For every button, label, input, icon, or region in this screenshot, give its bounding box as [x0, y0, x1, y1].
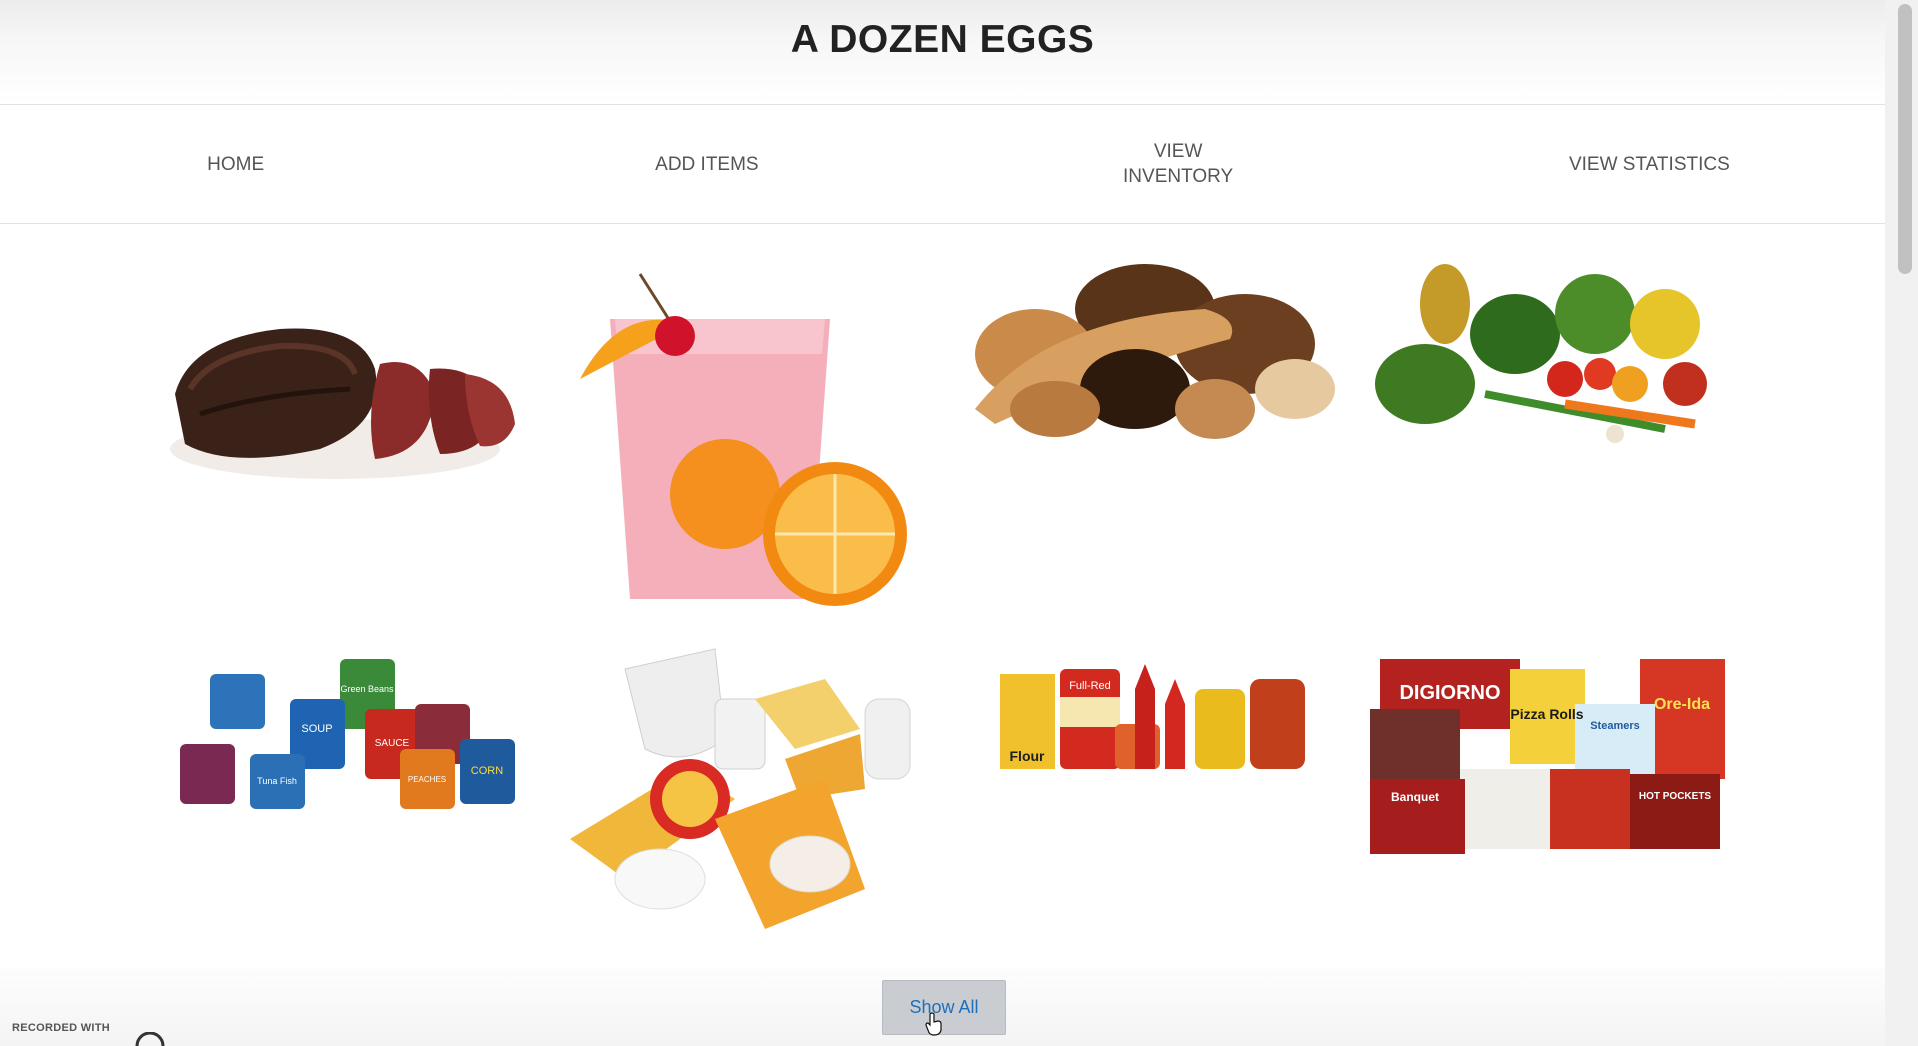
nav-view-statistics[interactable]: VIEW STATISTICS [1414, 152, 1885, 177]
can-label-peaches: PEACHES [408, 775, 446, 784]
flour-label: Flour [1010, 748, 1046, 764]
hand-cursor-icon [925, 1012, 942, 1036]
frozen-label-digiorno: DIGIORNO [1399, 682, 1500, 704]
can-label-green-beans: Green Beans [340, 684, 394, 694]
frozen-label-hot-pockets: HOT POCKETS [1639, 791, 1712, 802]
nav-view-inventory-line2: INVENTORY [1123, 166, 1234, 187]
category-condiments[interactable]: Flour Full-Red [995, 649, 1365, 789]
site-title: A DOZEN EGGS [790, 18, 1095, 61]
nav-view-inventory-line1: VIEW [1153, 141, 1203, 162]
category-bakery[interactable] [965, 249, 1335, 449]
can-label-tuna: Tuna Fish [257, 776, 297, 786]
condiments-icon: Flour Full-Red [1000, 664, 1305, 769]
category-grid: Green Beans SOUP SAUCE CORN PEACHES Tuna… [0, 224, 1885, 984]
produce-icon [1375, 264, 1707, 443]
show-all-button[interactable]: Show All [882, 980, 1006, 1035]
meat-icon [170, 328, 515, 479]
frozen-label-pizza-rolls: Pizza Rolls [1510, 706, 1583, 722]
recorder-logo-icon [135, 1032, 165, 1046]
category-canned-goods[interactable]: Green Beans SOUP SAUCE CORN PEACHES Tuna… [170, 654, 540, 824]
fullred-label: Full-Red [1069, 680, 1111, 692]
beverage-icon [580, 273, 907, 606]
main-nav: HOME ADD ITEMS VIEW INVENTORY VIEW STATI… [0, 105, 1885, 224]
nav-view-inventory[interactable]: VIEW INVENTORY [943, 139, 1414, 189]
frozen-label-ore-ida: Ore-Ida [1654, 696, 1710, 713]
can-label-corn: CORN [471, 765, 503, 777]
bread-icon [975, 264, 1335, 439]
frozen-label-banquet: Banquet [1391, 790, 1439, 804]
frozen-foods-icon: DIGIORNO Pizza Rolls Ore-Ida HOT POCKETS… [1370, 659, 1725, 854]
nav-home[interactable]: HOME [0, 152, 471, 177]
site-header: A DOZEN EGGS [0, 0, 1885, 105]
category-meat[interactable] [160, 274, 530, 504]
frozen-label-steamers: Steamers [1590, 720, 1640, 732]
can-label-soup: SOUP [301, 723, 332, 735]
can-label-sauce: SAUCE [375, 738, 410, 749]
category-dairy[interactable] [565, 639, 935, 939]
dairy-icon [570, 648, 911, 929]
nav-add-items[interactable]: ADD ITEMS [471, 152, 942, 177]
category-produce[interactable] [1365, 254, 1735, 454]
recording-watermark: RECORDED WITH [12, 1022, 111, 1034]
page: A DOZEN EGGS HOME ADD ITEMS VIEW INVENTO… [0, 0, 1885, 1046]
canned-goods-icon: Green Beans SOUP SAUCE CORN PEACHES Tuna… [180, 659, 515, 809]
scrollbar-thumb[interactable] [1898, 4, 1912, 274]
category-frozen-foods[interactable]: DIGIORNO Pizza Rolls Ore-Ida HOT POCKETS… [1370, 649, 1740, 859]
category-beverages[interactable] [560, 244, 930, 614]
